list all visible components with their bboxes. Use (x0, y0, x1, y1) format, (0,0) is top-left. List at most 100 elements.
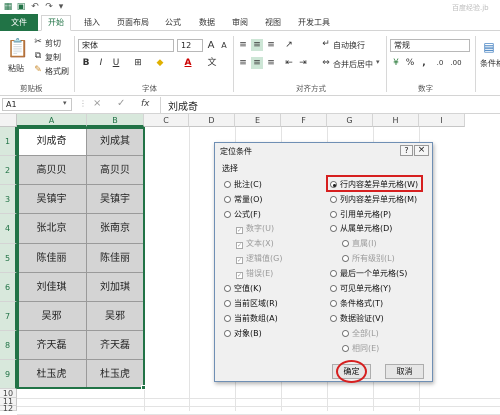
row-header-5[interactable]: 5 (0, 244, 17, 273)
radio-left_options-8[interactable]: 当前区域(R) (224, 298, 278, 309)
insert-function-icon[interactable]: fx (141, 99, 150, 109)
radio-right_options-8[interactable]: 条件格式(T) (330, 298, 383, 309)
font-color-icon[interactable]: A (182, 57, 194, 69)
increase-indent-icon[interactable]: ⇥ (297, 57, 309, 69)
number-format-select[interactable]: 常规 (390, 39, 470, 52)
tab-file[interactable]: 文件 (0, 14, 38, 31)
currency-icon[interactable]: ¥ (390, 57, 402, 69)
tab-page-layout[interactable]: 页面布局 (113, 16, 153, 30)
shrink-font-icon[interactable]: A (218, 40, 230, 52)
radio-right_options-1[interactable]: 列内容差异单元格(M) (330, 194, 417, 205)
cut-icon[interactable]: ✂ (32, 36, 44, 48)
radio-icon (224, 330, 231, 337)
radio-right_options-3[interactable]: 从属单元格(D) (330, 223, 392, 234)
row-header-12[interactable]: 12 (0, 405, 17, 413)
tab-formulas[interactable]: 公式 (162, 16, 184, 30)
fill-handle[interactable] (141, 385, 146, 390)
border-icon[interactable]: ⊞ (132, 57, 144, 69)
radio-left_options-2[interactable]: 公式(F) (224, 209, 261, 220)
fill-color-icon[interactable]: ◆ (154, 57, 166, 69)
name-box[interactable]: A1 (2, 98, 72, 111)
copy-button[interactable]: 复制 (45, 52, 61, 63)
tab-insert[interactable]: 插入 (80, 16, 104, 30)
underline-button[interactable]: U (110, 57, 122, 69)
align-middle-icon[interactable]: ≡ (251, 39, 263, 51)
row-header-9[interactable]: 9 (0, 360, 17, 389)
wrap-text-icon[interactable]: ↵ (320, 38, 332, 50)
decrease-indent-icon[interactable]: ⇤ (283, 57, 295, 69)
tab-view[interactable]: 视图 (262, 16, 284, 30)
cut-button[interactable]: 剪切 (45, 38, 61, 49)
align-center-icon[interactable]: ≡ (251, 57, 263, 69)
cancel-button[interactable]: 取消 (385, 364, 424, 379)
radio-left_options-0[interactable]: 批注(C) (224, 179, 262, 190)
row-header-6[interactable]: 6 (0, 273, 17, 302)
font-size-select[interactable]: 12 (177, 39, 203, 52)
paste-label[interactable]: 粘贴 (8, 63, 24, 74)
radio-left_options-7[interactable]: 空值(K) (224, 283, 262, 294)
radio-right_options-6[interactable]: 最后一个单元格(S) (330, 268, 407, 279)
radio-right_options-2[interactable]: 引用单元格(P) (330, 209, 391, 220)
merge-icon[interactable]: ⇔ (320, 57, 332, 69)
radio-right_options-0[interactable]: 行内容差异单元格(W) (330, 179, 418, 190)
percent-button[interactable]: % (404, 57, 416, 69)
radio-left_options-10[interactable]: 对象(B) (224, 328, 262, 339)
column-header-f[interactable]: F (281, 114, 327, 127)
phonetic-icon[interactable]: 文 (206, 57, 218, 69)
align-top-icon[interactable]: ≡ (237, 39, 249, 51)
redo-icon[interactable]: ↷ (44, 2, 54, 12)
tab-data[interactable]: 数据 (196, 16, 218, 30)
enter-icon[interactable]: ✓ (117, 98, 125, 109)
column-header-e[interactable]: E (235, 114, 281, 127)
merge-chevron-icon[interactable]: ▾ (376, 58, 380, 66)
tab-developer[interactable]: 开发工具 (296, 16, 332, 30)
customize-chevron-icon[interactable]: ▾ (56, 2, 66, 12)
merge-center-button[interactable]: 合并后居中 (333, 59, 373, 70)
radio-left_options-9[interactable]: 当前数组(A) (224, 313, 278, 324)
column-header-d[interactable]: D (189, 114, 235, 127)
grow-font-icon[interactable]: A (205, 40, 217, 52)
row-header-1[interactable]: 1 (0, 127, 17, 156)
italic-button[interactable]: I (95, 57, 107, 69)
radio-right_options-7[interactable]: 可见单元格(Y) (330, 283, 391, 294)
copy-icon[interactable]: ⧉ (32, 50, 44, 62)
formula-input[interactable]: 刘成奇 (168, 98, 198, 113)
column-header-g[interactable]: G (327, 114, 373, 127)
column-header-i[interactable]: I (419, 114, 465, 127)
wrap-text-button[interactable]: 自动换行 (333, 40, 365, 51)
row-header-8[interactable]: 8 (0, 331, 17, 360)
undo-icon[interactable]: ↶ (30, 2, 40, 12)
row-header-7[interactable]: 7 (0, 302, 17, 331)
column-header-a[interactable]: A (17, 114, 87, 127)
name-box-chevron-icon[interactable]: ▾ (63, 99, 67, 107)
font-name-select[interactable]: 宋体 (78, 39, 174, 52)
conditional-format-icon[interactable]: ▤ (480, 38, 498, 56)
align-bottom-icon[interactable]: ≡ (265, 39, 277, 51)
row-header-2[interactable]: 2 (0, 156, 17, 185)
select-all-corner[interactable] (0, 114, 17, 127)
radio-left_options-1[interactable]: 常量(O) (224, 194, 263, 205)
radio-right_options-9[interactable]: 数据验证(V) (330, 313, 384, 324)
tab-review[interactable]: 审阅 (229, 16, 251, 30)
tab-home[interactable]: 开始 (41, 15, 71, 31)
cancel-icon[interactable]: × (93, 98, 101, 109)
align-right-icon[interactable]: ≡ (265, 57, 277, 69)
format-painter-button[interactable]: 格式刷 (45, 66, 69, 77)
align-left-icon[interactable]: ≡ (237, 57, 249, 69)
orientation-icon[interactable]: ↗ (283, 39, 295, 51)
help-button[interactable]: ? (400, 145, 413, 156)
column-header-c[interactable]: C (144, 114, 189, 127)
conditional-format-button[interactable]: 条件格 (480, 58, 500, 69)
save-icon[interactable]: ▣ (16, 2, 26, 12)
comma-button[interactable]: , (418, 57, 430, 69)
decrease-decimal-icon[interactable]: .00 (450, 57, 462, 69)
row-header-4[interactable]: 4 (0, 214, 17, 244)
column-header-b[interactable]: B (87, 114, 144, 127)
increase-decimal-icon[interactable]: .0 (434, 57, 446, 69)
format-painter-icon[interactable]: ✎ (32, 64, 44, 76)
close-button[interactable]: × (414, 145, 429, 156)
bold-button[interactable]: B (80, 57, 92, 69)
paste-icon[interactable]: 📋 (6, 38, 30, 60)
column-header-h[interactable]: H (373, 114, 419, 127)
row-header-3[interactable]: 3 (0, 185, 17, 214)
